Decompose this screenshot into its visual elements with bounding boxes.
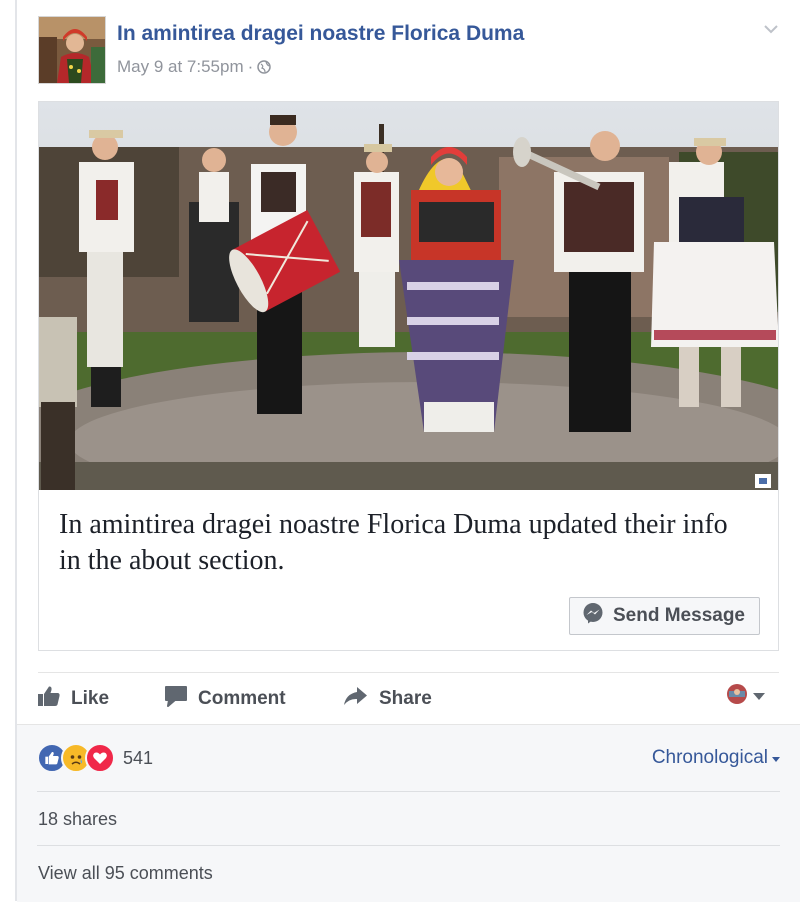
view-all-comments-link[interactable]: View all 95 comments	[38, 863, 213, 884]
comment-sort-dropdown[interactable]: Chronological	[652, 747, 780, 769]
comment-label: Comment	[198, 688, 286, 709]
page-avatar[interactable]	[38, 16, 106, 84]
stats-divider	[37, 845, 780, 846]
page-name-link[interactable]: In amintirea dragei noastre Florica Duma	[117, 22, 524, 46]
caret-down-icon	[772, 747, 780, 769]
share-button[interactable]: Share	[343, 684, 432, 714]
link-card[interactable]: In amintirea dragei noastre Florica Duma…	[38, 101, 779, 651]
post-timestamp: May 9 at 7:55pm ·	[117, 57, 272, 79]
cover-photo[interactable]	[39, 102, 778, 490]
chevron-down-icon[interactable]	[762, 20, 780, 38]
love-icon	[85, 743, 115, 773]
reaction-count: 541	[123, 747, 154, 768]
timestamp-separator: ·	[247, 57, 254, 76]
comment-icon	[164, 685, 188, 713]
card-description: In amintirea dragei noastre Florica Duma…	[59, 509, 728, 576]
comment-sort-label: Chronological	[651, 747, 768, 768]
like-button[interactable]: Like	[37, 684, 109, 714]
send-message-button[interactable]: Send Message	[569, 597, 760, 635]
globe-icon[interactable]	[257, 59, 272, 79]
action-divider	[38, 672, 779, 673]
post-stats: 541 Chronological 18 shares View all 95 …	[17, 724, 800, 902]
timestamp-link[interactable]: May 9 at 7:55pm	[117, 57, 244, 76]
shares-link[interactable]: 18 shares	[38, 809, 117, 830]
messenger-icon	[582, 602, 604, 630]
like-label: Like	[71, 688, 110, 709]
feed-post: In amintirea dragei noastre Florica Duma…	[17, 0, 800, 902]
send-message-label: Send Message	[613, 605, 745, 626]
page-avatar-small-icon	[725, 683, 749, 710]
stats-divider	[37, 791, 780, 792]
comment-button[interactable]: Comment	[164, 684, 286, 714]
share-arrow-icon	[343, 685, 369, 713]
thumbs-up-icon	[37, 685, 61, 713]
share-label: Share	[379, 688, 432, 709]
caret-down-icon	[753, 688, 765, 706]
reactions-summary[interactable]: 541	[37, 743, 153, 773]
audience-selector[interactable]	[725, 683, 765, 710]
